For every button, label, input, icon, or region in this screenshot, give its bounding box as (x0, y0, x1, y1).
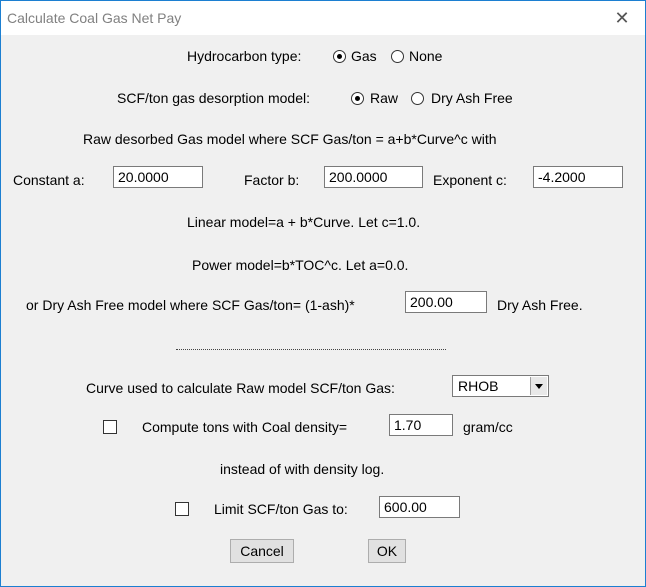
coal-density-unit: gram/cc (463, 419, 513, 435)
factor-b-input[interactable] (324, 166, 423, 188)
section-divider (176, 349, 446, 350)
desorption-dry-ash-free-label[interactable]: Dry Ash Free (431, 90, 513, 106)
hydrocarbon-type-label: Hydrocarbon type: (187, 48, 302, 64)
curve-select[interactable]: RHOB (452, 375, 549, 397)
chevron-down-icon[interactable] (530, 377, 547, 395)
window-title: Calculate Coal Gas Net Pay (7, 10, 182, 26)
cancel-button[interactable]: Cancel (230, 539, 294, 563)
coal-gas-dialog: Calculate Coal Gas Net Pay ✕ Hydrocarbon… (0, 0, 646, 587)
hydrocarbon-none-label[interactable]: None (409, 48, 442, 64)
curve-select-label: Curve used to calculate Raw model SCF/to… (86, 380, 395, 396)
title-bar: Calculate Coal Gas Net Pay ✕ (1, 1, 645, 35)
linear-model-note: Linear model=a + b*Curve. Let c=1.0. (187, 214, 421, 230)
density-log-note: instead of with density log. (220, 461, 385, 477)
coal-density-checkbox[interactable] (103, 420, 117, 434)
hydrocarbon-none-radio[interactable] (391, 50, 404, 63)
coal-density-label: Compute tons with Coal density= (142, 419, 348, 435)
desorption-raw-label[interactable]: Raw (370, 90, 398, 106)
limit-scf-label: Limit SCF/ton Gas to: (214, 501, 348, 517)
curve-select-value: RHOB (458, 378, 499, 394)
limit-scf-input[interactable] (379, 496, 460, 518)
close-icon[interactable]: ✕ (607, 5, 637, 31)
exponent-c-input[interactable] (533, 166, 623, 188)
hydrocarbon-gas-label[interactable]: Gas (351, 48, 377, 64)
constant-a-label: Constant a: (13, 172, 85, 188)
limit-scf-checkbox[interactable] (175, 502, 189, 516)
power-model-note: Power model=b*TOC^c. Let a=0.0. (192, 257, 409, 273)
desorption-model-label: SCF/ton gas desorption model: (117, 90, 310, 106)
dry-ash-free-input[interactable] (405, 291, 487, 313)
dry-ash-free-suffix: Dry Ash Free. (497, 297, 583, 313)
desorption-raw-radio[interactable] (351, 92, 364, 105)
desorption-dry-ash-free-radio[interactable] (411, 92, 424, 105)
raw-model-heading: Raw desorbed Gas model where SCF Gas/ton… (83, 131, 497, 147)
constant-a-input[interactable] (113, 166, 203, 188)
dry-ash-free-model-label: or Dry Ash Free model where SCF Gas/ton=… (26, 297, 355, 313)
ok-button[interactable]: OK (368, 539, 406, 563)
exponent-c-label: Exponent c: (433, 172, 507, 188)
coal-density-input[interactable] (389, 414, 453, 436)
factor-b-label: Factor b: (244, 172, 300, 188)
hydrocarbon-gas-radio[interactable] (333, 50, 346, 63)
